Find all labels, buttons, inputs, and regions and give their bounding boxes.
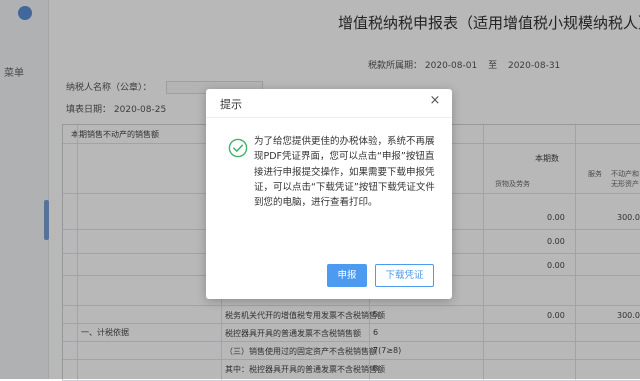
- dialog-divider: [206, 117, 452, 118]
- check-circle-icon: [228, 138, 248, 158]
- download-voucher-button[interactable]: 下载凭证: [375, 264, 434, 287]
- dialog-message: 为了给您提供更佳的办税体验，系统不再展现PDF凭证界面，您可以点击“申报”按钮直…: [254, 136, 435, 209]
- close-icon[interactable]: ×: [428, 94, 442, 108]
- declare-button[interactable]: 申报: [327, 264, 367, 287]
- dialog-title: 提示: [220, 98, 242, 111]
- tip-dialog: 提示 × 为了给您提供更佳的办税体验，系统不再展现PDF凭证界面，您可以点击“申…: [206, 89, 452, 299]
